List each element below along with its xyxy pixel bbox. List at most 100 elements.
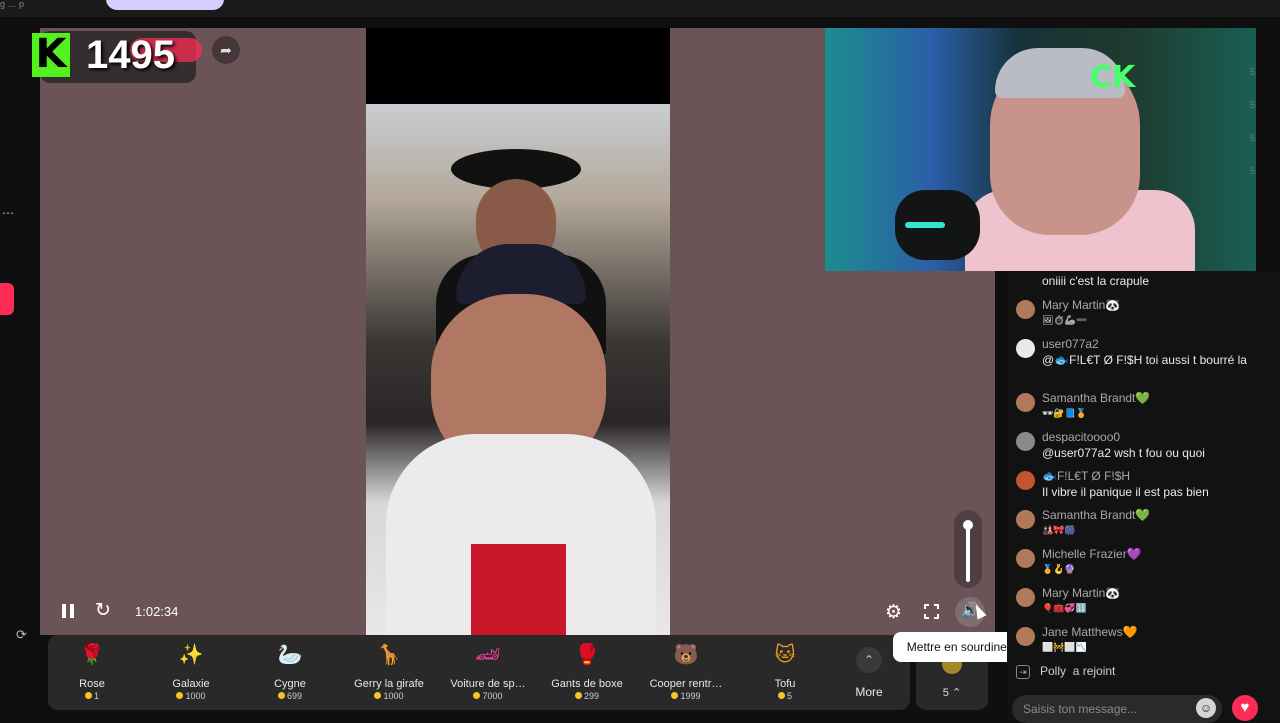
gift-price-value: 1000 [383, 691, 404, 701]
side-digit: 5 [1250, 67, 1256, 77]
chat-username[interactable]: Michelle Frazier💜 [1042, 547, 1142, 561]
gift-icon: 🦒 [376, 644, 402, 666]
volume-knob[interactable] [963, 520, 973, 530]
chat-text: @user077a2 wsh t fou ou quoi [1042, 446, 1205, 460]
volume-level [966, 524, 970, 582]
gift-icon: 🐱 [774, 644, 796, 666]
avatar[interactable] [1016, 432, 1035, 451]
coin-icon [277, 692, 285, 699]
gift-icon: ✨ [178, 644, 204, 666]
gift-item[interactable]: 🥊 Gants de boxe 299 [542, 640, 632, 701]
heart-icon[interactable]: ♥ [1232, 695, 1258, 721]
side-digit: 5 [1250, 166, 1256, 176]
coin-count[interactable]: 5 ⌃ [930, 686, 974, 699]
stream-time: 1:02:34 [135, 604, 179, 619]
avatar[interactable] [1016, 393, 1035, 412]
join-text: a rejoint [1072, 664, 1116, 678]
gift-icon: 🏎 [475, 644, 501, 666]
coin-icon [777, 692, 785, 699]
refresh-icon[interactable]: ⟳ [16, 627, 27, 643]
gift-item[interactable]: 🐻 Cooper rentr… 1999 [641, 640, 731, 701]
chat-username[interactable]: 🐟F!L€T Ø F!$H [1042, 469, 1130, 483]
chat-username[interactable]: Samantha Brandt💚 [1042, 391, 1150, 405]
gift-price: 299 [542, 691, 632, 701]
gift-icon: 🦢 [277, 644, 303, 666]
gift-price: 5 [740, 691, 830, 701]
avatar[interactable] [1016, 471, 1035, 490]
gift-price-value: 1999 [680, 691, 701, 701]
chat-username[interactable]: Jane Matthews🧡 [1042, 625, 1138, 639]
fullscreen-icon[interactable] [923, 603, 940, 620]
gift-item[interactable]: 🏎 Voiture de sp… 7000 [443, 640, 533, 701]
viewer-counter: 1495 [86, 33, 175, 77]
coin-icon [574, 692, 582, 699]
avatar[interactable] [1016, 510, 1035, 529]
chat-username[interactable]: user077a2 [1042, 337, 1099, 351]
chat-text: 🕶🔐📘🏅 [1042, 408, 1088, 418]
pause-icon[interactable] [62, 604, 74, 618]
rail-more-icon[interactable]: ⋯ [2, 206, 14, 220]
join-notice: ⇥ Polly a rejoint [1016, 664, 1115, 679]
gift-price-value: 1 [93, 691, 99, 701]
top-bar: g … p [0, 0, 1280, 17]
chat-username[interactable]: despacitoooo0 [1042, 430, 1120, 444]
gift-price-value: 1000 [185, 691, 206, 701]
gift-name: Voiture de sp… [450, 678, 526, 690]
kick-logo-letter: K [35, 31, 67, 77]
chat-text: ⬜🚧⬜📉 [1042, 642, 1087, 652]
avatar[interactable] [1016, 549, 1035, 568]
coin-icon [84, 692, 92, 699]
gift-price: 1000 [146, 691, 236, 701]
chat-username[interactable]: Samantha Brandt💚 [1042, 508, 1150, 522]
gift-item[interactable]: ✨ Galaxie 1000 [146, 640, 236, 701]
chat-username[interactable]: Mary Martin🐼 [1042, 298, 1120, 312]
gift-name: Galaxie [172, 678, 210, 690]
gift-price: 699 [245, 691, 335, 701]
gift-price-value: 299 [583, 691, 600, 701]
avatar[interactable] [1016, 300, 1035, 319]
gear-icon[interactable]: ⚙ [885, 601, 902, 624]
emoji-icon[interactable]: ☺ [1196, 698, 1216, 718]
chat-text: 🎎🎀🎆 [1042, 525, 1076, 535]
avatar[interactable] [1016, 588, 1035, 607]
gift-name: Cooper rentr… [649, 678, 723, 690]
chat-text: oniiii c'est la crapule [1042, 274, 1150, 288]
top-tab-pill[interactable] [106, 0, 224, 10]
gift-item[interactable]: 🌹 Rose 1 [47, 640, 137, 701]
join-icon: ⇥ [1016, 664, 1030, 679]
gift-icon: 🐻 [673, 644, 699, 666]
coin-icon [671, 692, 679, 699]
gift-icon: 🥊 [574, 644, 600, 666]
avatar[interactable] [1016, 627, 1035, 646]
webcam-mic-light [905, 222, 945, 228]
gift-item[interactable]: 🦒 Gerry la girafe 1000 [344, 640, 434, 701]
gift-name: Rose [79, 678, 105, 690]
gift-name: Gants de boxe [551, 678, 623, 690]
gift-item[interactable]: 🦢 Cygne 699 [245, 640, 335, 701]
gift-price: 7000 [443, 691, 533, 701]
gift-price-value: 5 [786, 691, 792, 701]
avatar[interactable] [1016, 339, 1035, 358]
chat-message-input[interactable] [1023, 700, 1183, 718]
chat-text: 🖼⏱🦾➖ [1042, 315, 1088, 325]
left-rail [0, 17, 40, 720]
side-digit: 5 [1250, 100, 1256, 110]
reload-icon[interactable]: ↻ [95, 601, 111, 621]
gift-price: 1000 [344, 691, 434, 701]
chat-text: 🎈🧰💞🔢 [1042, 603, 1087, 613]
coin-icon [473, 692, 481, 699]
more-chevron-icon[interactable]: ⌃ [856, 647, 882, 673]
share-icon[interactable]: ➦ [212, 36, 240, 64]
chat-input-box[interactable] [1012, 695, 1222, 723]
rail-live-marker[interactable] [0, 283, 14, 315]
gift-item[interactable]: 🐱 Tofu 5 [740, 640, 830, 701]
gift-name: Cygne [274, 678, 306, 690]
chat-text: Il vibre il panique il est pas bien [1042, 485, 1209, 499]
chat-username[interactable]: Mary Martin🐼 [1042, 586, 1120, 600]
gift-name: Tofu [774, 678, 796, 690]
side-digit: 5 [1250, 133, 1256, 143]
join-user[interactable]: Polly [1040, 664, 1066, 678]
gift-name: Gerry la girafe [354, 678, 424, 690]
more-gifts-button[interactable]: More [848, 685, 890, 699]
coin-icon [374, 692, 382, 699]
